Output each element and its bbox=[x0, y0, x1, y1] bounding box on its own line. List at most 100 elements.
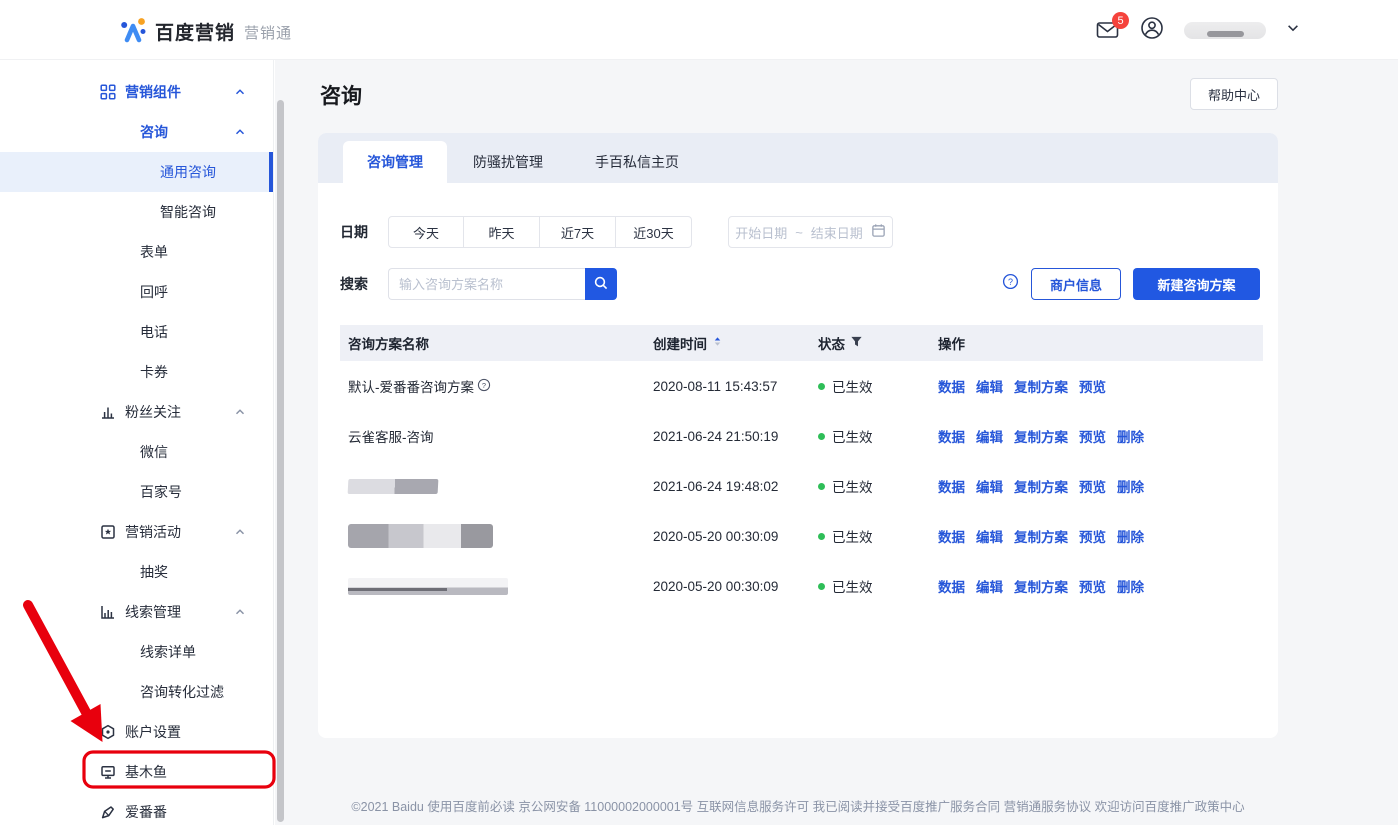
sidebar-item-general-consult[interactable]: 通用咨询 bbox=[0, 152, 273, 192]
data-link[interactable]: 数据 bbox=[938, 526, 965, 546]
delete-link[interactable]: 删除 bbox=[1117, 526, 1144, 546]
copy-plan-link[interactable]: 复制方案 bbox=[1014, 576, 1068, 596]
sidebar-scrollbar[interactable] bbox=[277, 100, 284, 822]
col-header-created-time: 创建时间 bbox=[653, 333, 707, 353]
date-preset-30days[interactable]: 近30天 bbox=[616, 216, 692, 248]
table-header-row: 咨询方案名称 创建时间 状态 bbox=[340, 325, 1263, 361]
search-label: 搜索 bbox=[340, 274, 368, 294]
range-end-placeholder: 结束日期 bbox=[811, 223, 863, 242]
data-link[interactable]: 数据 bbox=[938, 426, 965, 446]
status-dot bbox=[818, 533, 825, 540]
date-label: 日期 bbox=[340, 222, 368, 242]
sidebar-item-wechat[interactable]: 微信 bbox=[0, 432, 273, 472]
brand-logo[interactable]: 百度营销 营销通 bbox=[118, 14, 292, 49]
edit-link[interactable]: 编辑 bbox=[976, 426, 1003, 446]
edit-link[interactable]: 编辑 bbox=[976, 576, 1003, 596]
baidu-marketing-logo-icon bbox=[118, 14, 148, 49]
sidebar-item-consult-conversion-filter[interactable]: 咨询转化过滤 bbox=[0, 672, 273, 712]
sidebar-item-baijiahao[interactable]: 百家号 bbox=[0, 472, 273, 512]
consult-plan-table: 咨询方案名称 创建时间 状态 bbox=[340, 325, 1263, 611]
preview-link[interactable]: 预览 bbox=[1079, 376, 1106, 396]
plan-name-redacted bbox=[348, 578, 508, 595]
filter-funnel-icon[interactable] bbox=[850, 335, 863, 351]
histogram-icon bbox=[100, 604, 116, 620]
preview-link[interactable]: 预览 bbox=[1079, 526, 1106, 546]
preview-link[interactable]: 预览 bbox=[1079, 426, 1106, 446]
search-input[interactable] bbox=[388, 268, 585, 300]
status-text: 已生效 bbox=[832, 576, 873, 596]
copy-plan-link[interactable]: 复制方案 bbox=[1014, 376, 1068, 396]
copy-plan-link[interactable]: 复制方案 bbox=[1014, 426, 1068, 446]
question-circle-icon[interactable]: ? bbox=[1002, 273, 1019, 295]
status-dot bbox=[818, 483, 825, 490]
copy-plan-link[interactable]: 复制方案 bbox=[1014, 476, 1068, 496]
sidebar: 营销组件 咨询 通用咨询 智能咨询 表单 回呼 电话 卡券 粉丝关注 微信 bbox=[0, 60, 274, 825]
created-time: 2021-06-24 19:48:02 bbox=[653, 479, 818, 494]
mail-icon[interactable]: 5 bbox=[1096, 20, 1120, 40]
help-center-button[interactable]: 帮助中心 bbox=[1190, 78, 1278, 110]
col-header-actions: 操作 bbox=[938, 333, 1263, 353]
brand-name: 百度营销 bbox=[155, 18, 235, 45]
activity-badge-icon bbox=[100, 524, 116, 540]
tab-shoubai-private-message[interactable]: 手百私信主页 bbox=[569, 141, 705, 183]
col-header-status: 状态 bbox=[818, 333, 845, 353]
sidebar-item-phone[interactable]: 电话 bbox=[0, 312, 273, 352]
sidebar-item-form[interactable]: 表单 bbox=[0, 232, 273, 272]
consult-card: 咨询管理 防骚扰管理 手百私信主页 日期 今天 昨天 近7天 近30天 开始日期 bbox=[318, 133, 1278, 738]
sidebar-item-account-settings[interactable]: 账户设置 bbox=[0, 712, 273, 752]
user-avatar-icon[interactable] bbox=[1140, 16, 1164, 45]
sort-icon[interactable] bbox=[712, 334, 723, 352]
tab-anti-harassment[interactable]: 防骚扰管理 bbox=[447, 141, 569, 183]
sidebar-item-marketing-components[interactable]: 营销组件 bbox=[0, 72, 273, 112]
data-link[interactable]: 数据 bbox=[938, 376, 965, 396]
chevron-up-icon bbox=[233, 125, 247, 139]
data-link[interactable]: 数据 bbox=[938, 576, 965, 596]
main-content: 咨询 帮助中心 咨询管理 防骚扰管理 手百私信主页 日期 今天 昨天 近7天 近… bbox=[275, 60, 1398, 825]
chevron-up-icon bbox=[233, 525, 247, 539]
sidebar-item-lottery[interactable]: 抽奖 bbox=[0, 552, 273, 592]
date-preset-7days[interactable]: 近7天 bbox=[540, 216, 616, 248]
status-dot bbox=[818, 583, 825, 590]
delete-link[interactable]: 删除 bbox=[1117, 476, 1144, 496]
grid-icon bbox=[100, 84, 116, 100]
svg-text:?: ? bbox=[482, 380, 486, 389]
sidebar-item-aifanfan[interactable]: 爱番番 bbox=[0, 792, 273, 832]
table-row: 2020-05-20 00:30:09 已生效 数据 编辑 复制方案 预览 删除 bbox=[340, 561, 1263, 611]
edit-link[interactable]: 编辑 bbox=[976, 376, 1003, 396]
delete-link[interactable]: 删除 bbox=[1117, 576, 1144, 596]
tab-strip: 咨询管理 防骚扰管理 手百私信主页 bbox=[318, 133, 1278, 183]
footer-legal-text: ©2021 Baidu 使用百度前必读 京公网安备 11000002000001… bbox=[318, 796, 1278, 815]
sidebar-item-consult[interactable]: 咨询 bbox=[0, 112, 273, 152]
created-time: 2020-05-20 00:30:09 bbox=[653, 529, 818, 544]
sidebar-item-leads-detail[interactable]: 线索详单 bbox=[0, 632, 273, 672]
range-separator: ~ bbox=[795, 225, 803, 240]
create-consult-plan-button[interactable]: 新建咨询方案 bbox=[1133, 268, 1260, 300]
table-row: 默认-爱番番咨询方案 ? 2020-08-11 15:43:57 已生效 数据 … bbox=[340, 361, 1263, 411]
gear-icon bbox=[100, 724, 116, 740]
sidebar-item-fans-follow[interactable]: 粉丝关注 bbox=[0, 392, 273, 432]
merchant-info-button[interactable]: 商户信息 bbox=[1031, 268, 1121, 300]
tab-consult-management[interactable]: 咨询管理 bbox=[343, 141, 447, 183]
edit-link[interactable]: 编辑 bbox=[976, 526, 1003, 546]
edit-link[interactable]: 编辑 bbox=[976, 476, 1003, 496]
search-row: 搜索 ? 商户信息 新建咨询方案 bbox=[340, 268, 1263, 300]
search-button[interactable] bbox=[585, 268, 617, 300]
preview-link[interactable]: 预览 bbox=[1079, 576, 1106, 596]
sidebar-item-smart-consult[interactable]: 智能咨询 bbox=[0, 192, 273, 232]
date-range-picker[interactable]: 开始日期 ~ 结束日期 bbox=[728, 216, 893, 248]
preview-link[interactable]: 预览 bbox=[1079, 476, 1106, 496]
range-start-placeholder: 开始日期 bbox=[735, 223, 787, 242]
date-preset-today[interactable]: 今天 bbox=[388, 216, 464, 248]
copy-plan-link[interactable]: 复制方案 bbox=[1014, 526, 1068, 546]
data-link[interactable]: 数据 bbox=[938, 476, 965, 496]
sidebar-item-coupon[interactable]: 卡券 bbox=[0, 352, 273, 392]
help-circle-icon[interactable]: ? bbox=[477, 378, 491, 395]
sidebar-item-marketing-activity[interactable]: 营销活动 bbox=[0, 512, 273, 552]
sidebar-item-jimuyu[interactable]: 基木鱼 bbox=[0, 752, 273, 792]
date-preset-yesterday[interactable]: 昨天 bbox=[464, 216, 540, 248]
delete-link[interactable]: 删除 bbox=[1117, 426, 1144, 446]
sidebar-item-callback[interactable]: 回呼 bbox=[0, 272, 273, 312]
sidebar-item-leads-management[interactable]: 线索管理 bbox=[0, 592, 273, 632]
chevron-down-icon[interactable] bbox=[1286, 21, 1300, 40]
status-dot bbox=[818, 433, 825, 440]
